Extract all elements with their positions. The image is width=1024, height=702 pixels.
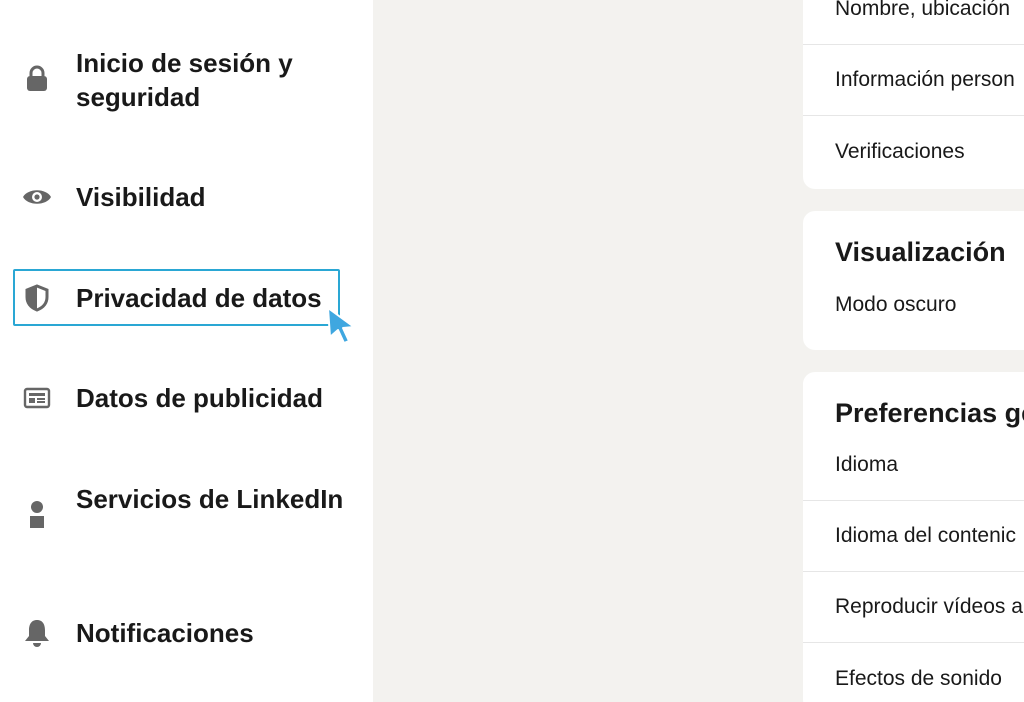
general-preferences-card: Preferencias ge Idioma Idioma del conten… bbox=[803, 372, 1024, 702]
settings-row-name-location[interactable]: Nombre, ubicación bbox=[803, 0, 1024, 45]
eye-icon bbox=[22, 182, 52, 212]
sidebar-item-label: Notificaciones bbox=[76, 618, 254, 648]
settings-row-language[interactable]: Idioma bbox=[803, 430, 1024, 501]
general-preferences-title: Preferencias ge bbox=[835, 398, 1024, 428]
display-card-title: Visualización bbox=[835, 237, 1006, 267]
settings-row-dark-mode[interactable]: Modo oscuro bbox=[803, 269, 1024, 340]
display-card: Visualización Modo oscuro bbox=[803, 211, 1024, 350]
sidebar-item-data-privacy[interactable]: Privacidad de datos bbox=[0, 281, 373, 315]
settings-row-verifications[interactable]: Verificaciones bbox=[803, 116, 1024, 187]
sidebar-item-advertising-data[interactable]: Datos de publicidad bbox=[0, 381, 373, 415]
settings-row-personal-info[interactable]: Información person bbox=[803, 45, 1024, 116]
settings-main: Nombre, ubicación Información person Ver… bbox=[373, 0, 1024, 702]
person-icon bbox=[22, 500, 52, 530]
sidebar-item-linkedin-services[interactable]: Servicios de LinkedIn bbox=[0, 482, 373, 552]
sidebar-item-label: Visibilidad bbox=[76, 182, 206, 212]
shield-icon bbox=[22, 283, 52, 313]
settings-row-content-language[interactable]: Idioma del contenic bbox=[803, 501, 1024, 572]
sidebar-item-label: Servicios de LinkedIn bbox=[76, 484, 344, 514]
sidebar-item-label: Privacidad de datos bbox=[76, 283, 322, 313]
settings-sidebar: Inicio de sesión y seguridad Visibilidad… bbox=[0, 0, 373, 702]
newspaper-icon bbox=[22, 383, 52, 413]
account-preferences-card: Nombre, ubicación Información person Ver… bbox=[803, 0, 1024, 189]
sidebar-item-login-security[interactable]: Inicio de sesión y seguridad bbox=[0, 46, 373, 116]
sidebar-item-label: Datos de publicidad bbox=[76, 383, 324, 413]
mouse-cursor-icon bbox=[327, 307, 355, 344]
sidebar-item-visibility[interactable]: Visibilidad bbox=[0, 180, 373, 214]
sidebar-item-notifications[interactable]: Notificaciones bbox=[0, 616, 373, 650]
settings-row-sound-effects[interactable]: Efectos de sonido bbox=[803, 643, 1024, 702]
lock-icon bbox=[22, 64, 52, 94]
sidebar-item-label: Inicio de sesión y seguridad bbox=[76, 48, 293, 112]
settings-row-autoplay-videos[interactable]: Reproducir vídeos a bbox=[803, 572, 1024, 643]
bell-icon bbox=[22, 618, 52, 648]
